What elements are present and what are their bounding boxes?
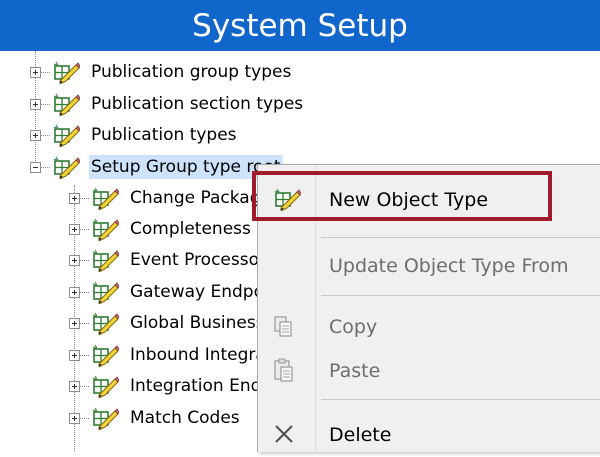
tree-item[interactable]: Publication types [0,120,600,150]
expand-icon[interactable] [69,287,80,298]
window-title-bar: System Setup [0,0,600,51]
collapse-icon[interactable] [30,162,41,173]
expand-icon[interactable] [30,130,41,141]
object-type-icon [91,311,119,335]
menu-separator [321,295,600,296]
object-type-icon [91,217,119,241]
tree-item-label: Completeness [130,219,251,239]
object-type-icon [91,374,119,398]
tree-item-label: Publication types [91,125,237,145]
window-title: System Setup [192,7,408,44]
copy-icon [274,316,292,337]
menu-item-label: Copy [329,316,378,338]
expand-icon[interactable] [69,255,80,266]
expand-icon[interactable] [69,224,80,235]
menu-item-label: Delete [329,424,392,446]
expand-icon[interactable] [69,381,80,392]
object-type-icon [52,123,80,147]
expand-icon[interactable] [69,413,80,424]
object-type-icon [52,155,80,179]
expand-icon[interactable] [69,350,80,361]
object-type-icon [52,60,80,84]
expand-icon[interactable] [30,99,41,110]
tree-item[interactable]: Publication section types [0,89,600,119]
tree-item[interactable]: Publication group types [0,57,600,87]
object-type-icon [52,92,80,116]
expand-icon[interactable] [69,193,80,204]
annotation-highlight-box [252,171,552,221]
object-type-icon [91,280,119,304]
menu-separator [321,399,600,400]
delete-icon [275,425,293,443]
menu-separator [321,237,600,238]
paste-icon [274,358,293,382]
menu-item-update-object-type-from[interactable]: Update Object Type From [258,244,600,288]
object-type-icon [91,343,119,367]
object-type-icon [91,186,119,210]
object-type-icon [91,248,119,272]
tree-item-label: Event Processors [130,250,275,270]
menu-item-paste[interactable]: Paste [258,349,600,393]
tree-item-label: Publication group types [91,62,292,82]
menu-item-copy[interactable]: Copy [258,305,600,349]
menu-item-label: Paste [329,360,381,382]
object-type-icon [91,406,119,430]
tree-item-label: Match Codes [130,408,240,428]
tree-item-label: Publication section types [91,94,304,114]
expand-icon[interactable] [69,318,80,329]
expand-icon[interactable] [30,67,41,78]
menu-item-delete[interactable]: Delete [258,413,600,457]
menu-item-label: Update Object Type From [329,255,569,277]
